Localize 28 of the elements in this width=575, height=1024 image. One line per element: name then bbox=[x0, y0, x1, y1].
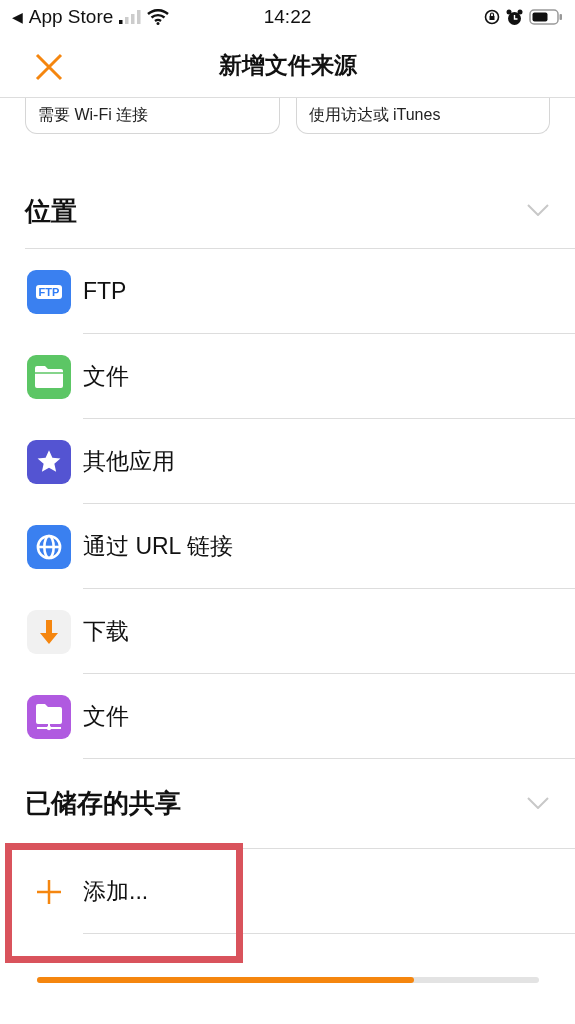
option-card[interactable]: 使用访达或 iTunes bbox=[295, 98, 550, 134]
alarm-icon bbox=[506, 8, 523, 26]
back-arrow[interactable]: ◀ bbox=[12, 9, 23, 25]
source-item[interactable]: 文件 bbox=[0, 334, 575, 419]
page-title: 新增文件来源 bbox=[218, 51, 357, 80]
back-app-label[interactable]: App Store bbox=[28, 6, 114, 28]
section-title: 已储存的共享 bbox=[25, 787, 181, 820]
source-item[interactable]: 其他应用 bbox=[0, 419, 575, 504]
source-item[interactable]: 添加... bbox=[0, 849, 575, 934]
signal-icon bbox=[119, 10, 142, 24]
clock-time: 14:22 bbox=[263, 6, 312, 28]
source-item[interactable]: 文件 bbox=[0, 674, 575, 759]
chevron-down-icon[interactable] bbox=[527, 796, 549, 809]
chevron-down-icon[interactable] bbox=[527, 204, 549, 216]
close-button[interactable] bbox=[34, 52, 64, 82]
source-item[interactable]: 下载 bbox=[0, 589, 575, 674]
download-icon bbox=[27, 609, 71, 654]
battery-icon bbox=[529, 9, 563, 25]
source-item[interactable]: 通过 URL 链接 bbox=[0, 504, 575, 589]
source-item[interactable]: FTP FTP bbox=[0, 249, 575, 334]
section-title: 位置 bbox=[25, 194, 77, 228]
network-folder-icon bbox=[27, 694, 71, 739]
folder-icon bbox=[27, 354, 71, 399]
option-card[interactable]: 需要 Wi-Fi 连接 bbox=[25, 98, 280, 134]
globe-icon bbox=[27, 524, 71, 569]
wifi-icon bbox=[147, 9, 170, 25]
rotation-lock-icon bbox=[484, 9, 500, 25]
ftp-label: FTP bbox=[35, 284, 63, 299]
